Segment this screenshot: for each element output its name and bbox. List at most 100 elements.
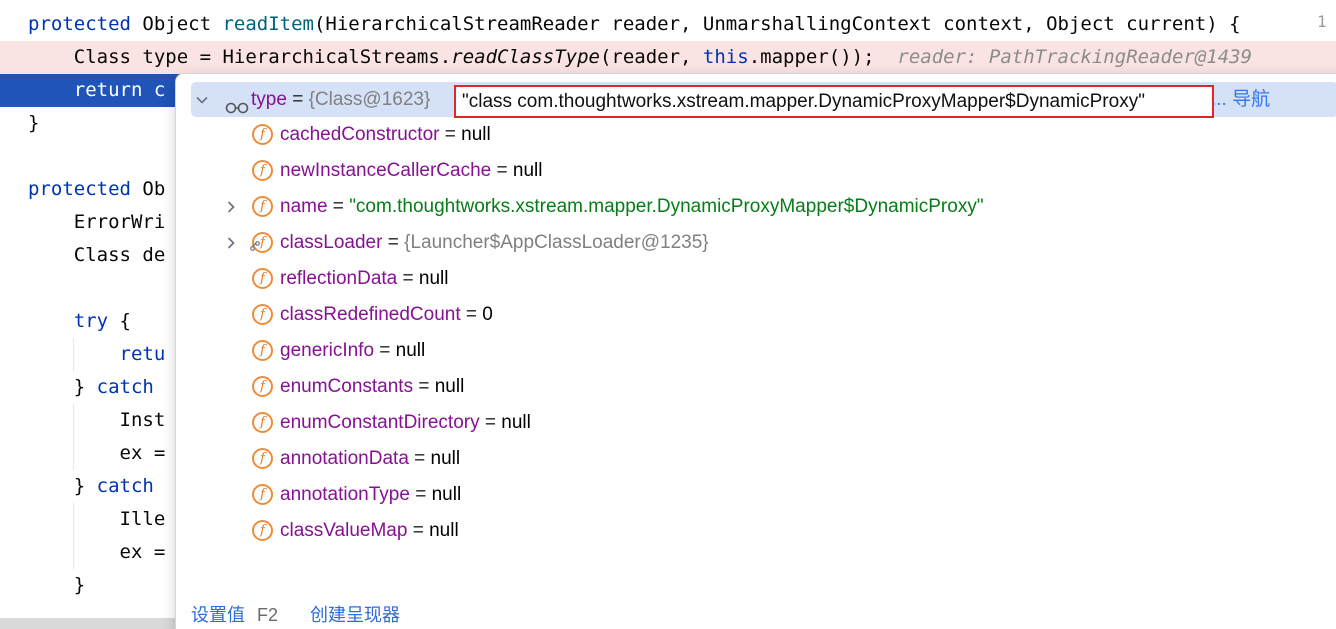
code-text: Inst	[28, 409, 166, 431]
field-f-icon: f	[252, 124, 273, 145]
create-renderer-link[interactable]: 创建呈现器	[310, 605, 400, 625]
chevron-down-icon[interactable]	[195, 93, 209, 107]
tree-row-field[interactable]: f cachedConstructor = null	[176, 117, 1336, 153]
field-value: null	[501, 412, 531, 433]
code-keyword: catch	[96, 475, 154, 497]
field-name: annotationType	[280, 484, 410, 505]
code-text: (reader,	[599, 46, 703, 68]
field-f-icon: f	[252, 412, 273, 433]
field-name: classRedefinedCount	[280, 304, 461, 325]
object-reference: {Class@1623}	[308, 89, 431, 110]
tree-row-field-expandable[interactable]: f name = "com.thoughtworks.xstream.mappe…	[176, 189, 1336, 225]
field-value: {Launcher$AppClassLoader@1235}	[404, 232, 709, 253]
field-f-icon: f	[252, 196, 273, 217]
code-text: }	[28, 574, 86, 596]
field-f-icon: f	[252, 376, 273, 397]
link-icon	[250, 228, 260, 251]
equals-sign: =	[327, 196, 350, 217]
set-value-link[interactable]: 设置值	[191, 605, 245, 625]
field-entry: classLoader = {Launcher$AppClassLoader@1…	[280, 225, 709, 261]
variable-name: type = {Class@1623}	[251, 82, 430, 117]
navigate-link[interactable]: ... 导航	[1211, 82, 1270, 117]
field-value: null	[430, 448, 461, 469]
equals-sign: =	[407, 520, 430, 541]
field-value: null	[395, 340, 426, 361]
code-text: ex =	[28, 541, 166, 563]
tree-row-field[interactable]: f genericInfo = null	[176, 333, 1336, 369]
tree-row-field[interactable]: f classRedefinedCount = 0	[176, 297, 1336, 333]
field-name: cachedConstructor	[280, 124, 440, 145]
field-f-icon: f	[252, 160, 273, 181]
tree-row-field[interactable]: f annotationData = null	[176, 441, 1336, 477]
field-entry: genericInfo = null	[280, 333, 425, 369]
equals-sign: =	[374, 340, 396, 361]
chevron-right-icon[interactable]	[224, 236, 238, 250]
field-value: null	[429, 520, 459, 541]
field-name: name	[280, 196, 328, 217]
field-entry: reflectionData = null	[280, 261, 448, 297]
field-name: enumConstants	[280, 376, 414, 397]
field-value: null	[431, 484, 462, 505]
chevron-right-icon[interactable]	[224, 200, 238, 214]
highlighted-string-value: "class com.thoughtworks.xstream.mapper.D…	[454, 85, 1214, 118]
equals-sign: =	[479, 412, 502, 433]
tree-row-field[interactable]: f classValueMap = null	[176, 513, 1336, 549]
field-entry: newInstanceCallerCache = null	[280, 153, 542, 189]
code-keyword: protected	[28, 178, 131, 200]
code-keyword: return	[28, 79, 143, 101]
tree-row-root-type[interactable]: type = {Class@1623} "class com.thoughtwo…	[191, 82, 1336, 118]
field-name: annotationData	[280, 448, 409, 469]
field-entry: enumConstants = null	[280, 369, 464, 405]
field-f-icon: f	[252, 484, 273, 505]
field-name: classValueMap	[280, 520, 408, 541]
field-entry: classValueMap = null	[280, 513, 459, 549]
code-text: }	[28, 475, 97, 497]
field-entry: enumConstantDirectory = null	[280, 405, 531, 441]
code-text: Class de	[28, 244, 166, 266]
inline-debug-hint: reader: PathTrackingReader@1439	[874, 46, 1253, 68]
equals-sign: =	[439, 124, 462, 145]
shortcut-hint: F2	[257, 605, 279, 625]
code-keyword: try	[28, 310, 109, 332]
code-text: }	[28, 112, 40, 134]
code-line-1[interactable]: protected Object readItem(HierarchicalSt…	[28, 8, 1328, 41]
field-f-icon: f	[252, 448, 273, 469]
navigate-link-label: 导航	[1232, 89, 1271, 110]
field-name: newInstanceCallerCache	[280, 160, 492, 181]
tree-row-field[interactable]: f newInstanceCallerCache = null	[176, 153, 1336, 189]
field-name: classLoader	[280, 232, 383, 253]
tree-row-field[interactable]: f enumConstants = null	[176, 369, 1336, 405]
field-entry: cachedConstructor = null	[280, 117, 491, 153]
code-keyword: retu	[28, 343, 166, 365]
field-value: "com.thoughtworks.xstream.mapper.Dynamic…	[349, 196, 984, 217]
watch-glasses-icon	[224, 92, 250, 114]
code-keyword: catch	[96, 376, 154, 398]
field-f-icon: f	[252, 268, 273, 289]
debug-value-popup[interactable]: type = {Class@1623} "class com.thoughtwo…	[175, 73, 1336, 629]
field-value: null	[461, 124, 491, 145]
equals-sign: =	[408, 448, 431, 469]
field-name: enumConstantDirectory	[280, 412, 480, 433]
field-value: null	[512, 160, 543, 181]
code-keyword: this	[702, 46, 749, 68]
code-text: Ille	[28, 508, 166, 530]
equals-sign: =	[382, 232, 405, 253]
ellipsis: ...	[1211, 89, 1233, 110]
code-text: Class type = HierarchicalStreams.	[28, 46, 452, 68]
code-text: {	[108, 310, 131, 332]
field-entry: classRedefinedCount = 0	[280, 297, 493, 333]
equals-sign: =	[491, 160, 513, 181]
field-entry: annotationType = null	[280, 477, 461, 513]
code-method-italic: readClassType	[451, 46, 600, 68]
tree-row-field[interactable]: f reflectionData = null	[176, 261, 1336, 297]
code-line-2[interactable]: Class type = HierarchicalStreams.readCla…	[0, 41, 1336, 74]
code-text: ex =	[28, 442, 166, 464]
code-text: Ob	[130, 178, 166, 200]
field-value: null	[434, 376, 465, 397]
code-keyword: protected	[28, 13, 131, 35]
tree-row-field-expandable[interactable]: f classLoader = {Launcher$AppClassLoader…	[176, 225, 1336, 261]
field-entry: name = "com.thoughtworks.xstream.mapper.…	[280, 189, 984, 225]
tree-row-field[interactable]: f annotationType = null	[176, 477, 1336, 513]
indent-guide	[73, 503, 74, 569]
tree-row-field[interactable]: f enumConstantDirectory = null	[176, 405, 1336, 441]
